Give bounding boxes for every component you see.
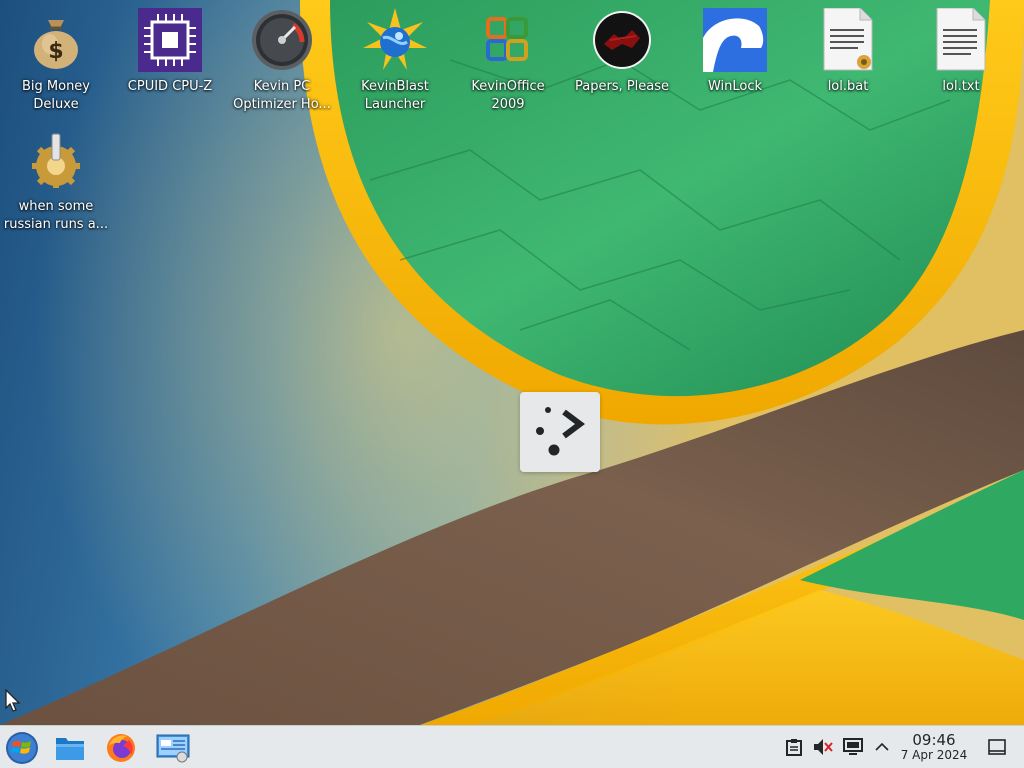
desktop-icon-lol-bat[interactable]: lol.bat bbox=[793, 8, 903, 96]
globe-burst-icon bbox=[363, 8, 427, 72]
speedometer-icon bbox=[250, 8, 314, 72]
text-file-icon bbox=[929, 8, 993, 72]
desktop-icon-winlock[interactable]: WinLock bbox=[680, 8, 790, 96]
desktop-icon-lol-txt[interactable]: lol.txt bbox=[906, 8, 1016, 96]
icon-label: KevinBlast Launcher bbox=[361, 79, 429, 112]
clipboard-icon bbox=[786, 739, 802, 756]
clock-time: 09:46 bbox=[912, 731, 956, 749]
tray-expand-button[interactable] bbox=[871, 736, 893, 758]
mouse-cursor-icon bbox=[5, 688, 21, 717]
office-logo-icon bbox=[476, 8, 540, 72]
svg-text:$: $ bbox=[48, 39, 63, 64]
icon-label: lol.bat bbox=[827, 79, 869, 94]
show-desktop-icon bbox=[988, 739, 1006, 755]
taskbar-remote-desktop[interactable] bbox=[155, 730, 191, 766]
clock-date: 7 Apr 2024 bbox=[900, 748, 968, 762]
remote-desktop-icon bbox=[156, 734, 190, 763]
desktop-icon-kevin-pc-optimizer[interactable]: Kevin PC Optimizer Ho... bbox=[227, 8, 337, 114]
desktop-icon-when-some-russian[interactable]: when some russian runs a... bbox=[1, 128, 111, 234]
taskbar-firefox[interactable] bbox=[103, 730, 139, 766]
money-bag-icon: $ bbox=[24, 8, 88, 72]
launch-dots-icon bbox=[536, 407, 585, 456]
cpu-chip-icon bbox=[138, 8, 202, 72]
taskbar-file-manager[interactable] bbox=[52, 730, 88, 766]
icon-label: when some russian runs a... bbox=[3, 199, 109, 232]
tray-volume[interactable] bbox=[812, 736, 834, 758]
file-manager-icon bbox=[56, 738, 84, 760]
desktop-icon-kevinblast-launcher[interactable]: KevinBlast Launcher bbox=[340, 8, 450, 114]
desktop-icon-kevinoffice-2009[interactable]: KevinOffice 2009 bbox=[453, 8, 563, 114]
desktop-icon-papers-please[interactable]: Papers, Please bbox=[567, 8, 677, 96]
desktop-icon-big-money-deluxe[interactable]: $ Big Money Deluxe bbox=[1, 8, 111, 114]
gear-script-icon bbox=[24, 128, 88, 192]
start-orb-icon bbox=[6, 732, 38, 764]
icon-label: WinLock bbox=[707, 79, 763, 94]
icon-label: CPUID CPU-Z bbox=[127, 79, 213, 94]
start-button[interactable] bbox=[4, 730, 40, 766]
icon-label: Big Money Deluxe bbox=[21, 79, 90, 112]
show-desktop-button[interactable] bbox=[986, 736, 1008, 758]
icon-label: Papers, Please bbox=[574, 79, 670, 94]
icon-label: KevinOffice 2009 bbox=[471, 79, 545, 112]
winlock-icon bbox=[703, 8, 767, 72]
desktop-icon-cpuid-cpu-z[interactable]: CPUID CPU-Z bbox=[115, 8, 225, 96]
icon-label: Kevin PC Optimizer Ho... bbox=[233, 79, 331, 112]
firefox-icon bbox=[107, 734, 135, 762]
batch-file-icon bbox=[816, 8, 880, 72]
display-icon bbox=[843, 738, 863, 755]
papers-please-seal-icon bbox=[590, 8, 654, 72]
chevron-up-icon bbox=[875, 742, 889, 751]
taskbar: 09:46 7 Apr 2024 bbox=[0, 725, 1024, 768]
busy-launch-indicator bbox=[520, 392, 600, 472]
tray-clipboard[interactable] bbox=[783, 736, 805, 758]
icon-label: lol.txt bbox=[942, 79, 980, 94]
tray-display[interactable] bbox=[842, 736, 864, 758]
digital-clock[interactable]: 09:46 7 Apr 2024 bbox=[896, 732, 972, 763]
speaker-muted-icon bbox=[814, 739, 833, 755]
